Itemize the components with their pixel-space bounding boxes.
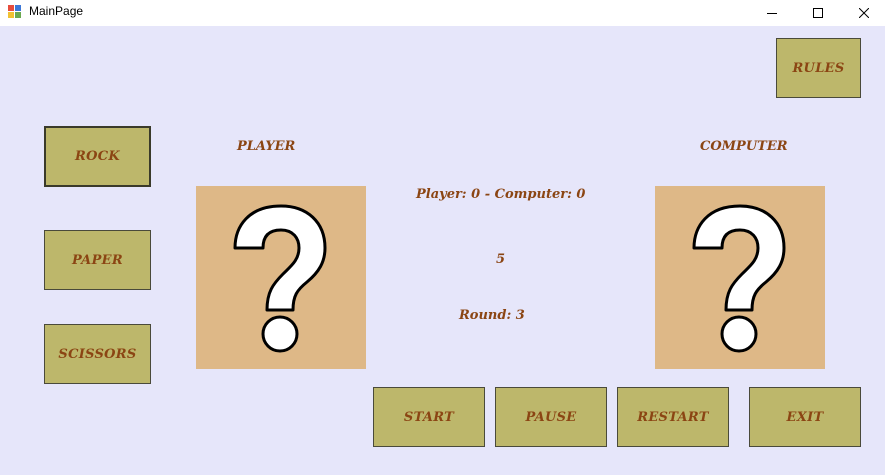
exit-button[interactable]: EXIT <box>749 387 861 447</box>
main-form: RULES ROCK PAPER SCISSORS PLAYER COMPUTE… <box>0 26 885 475</box>
round-label: Round: 3 <box>459 308 525 323</box>
score-label: Player: 0 - Computer: 0 <box>416 187 586 202</box>
scissors-button[interactable]: SCISSORS <box>44 324 151 384</box>
computer-choice-image <box>655 186 825 369</box>
app-icon <box>8 5 22 19</box>
rules-button[interactable]: RULES <box>776 38 861 98</box>
minimize-button[interactable] <box>749 0 795 26</box>
title-bar: MainPage <box>0 0 885 26</box>
pause-button[interactable]: PAUSE <box>495 387 607 447</box>
window-title: MainPage <box>29 4 84 18</box>
maximize-icon <box>813 8 823 18</box>
close-icon <box>859 8 869 18</box>
rock-button[interactable]: ROCK <box>44 126 151 187</box>
computer-label: COMPUTER <box>700 139 788 154</box>
player-choice-image <box>196 186 366 369</box>
minimize-icon <box>767 13 777 14</box>
paper-button[interactable]: PAPER <box>44 230 151 290</box>
restart-button[interactable]: RESTART <box>617 387 729 447</box>
timer-label: 5 <box>496 252 506 267</box>
start-button[interactable]: START <box>373 387 485 447</box>
question-mark-icon <box>692 204 786 352</box>
player-label: PLAYER <box>237 139 296 154</box>
close-button[interactable] <box>841 0 885 26</box>
maximize-button[interactable] <box>795 0 841 26</box>
question-mark-icon <box>233 204 327 352</box>
